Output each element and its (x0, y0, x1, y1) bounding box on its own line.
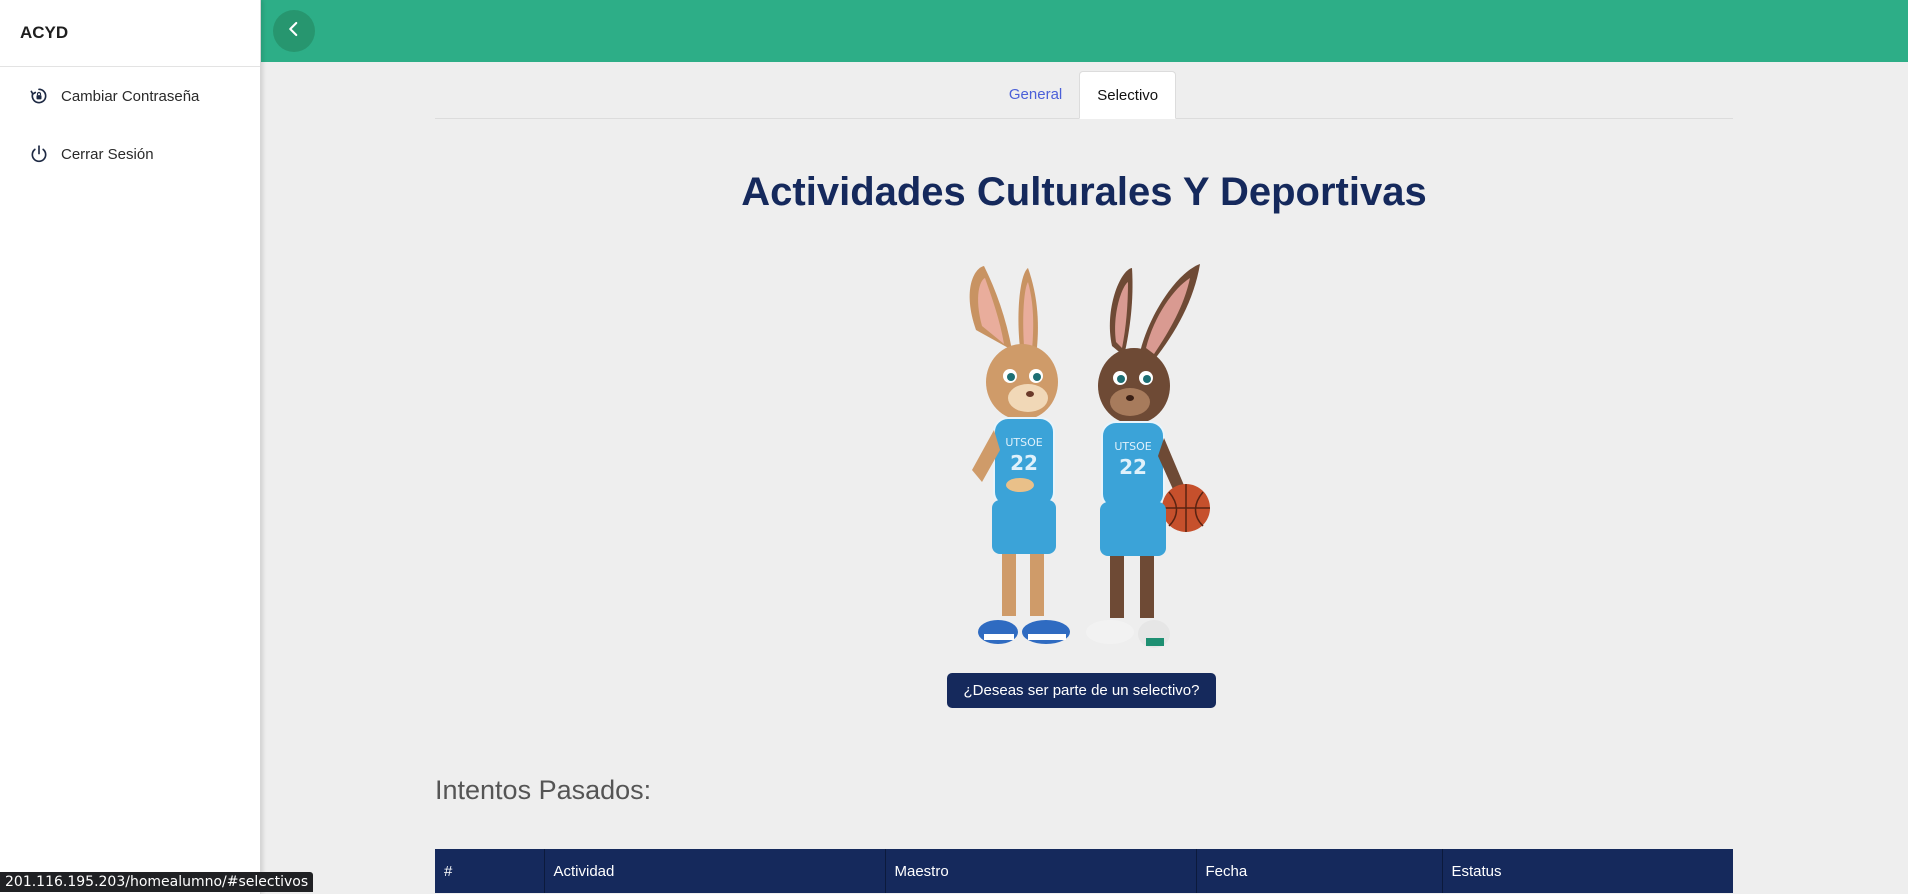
sidebar-item-change-password[interactable]: Cambiar Contraseña (0, 67, 260, 125)
jersey-text: UTSOE (1005, 436, 1042, 449)
power-icon (28, 143, 50, 165)
jersey-number: 22 (1010, 451, 1038, 475)
tab-general[interactable]: General (992, 70, 1079, 118)
lock-reset-icon (28, 85, 50, 107)
column-header-number[interactable]: # (435, 849, 545, 893)
table-header-row: # Actividad Maestro Fecha Estatus (435, 849, 1733, 893)
past-attempts-title: Intentos Pasados: (435, 775, 652, 805)
past-attempts-table: # Actividad Maestro Fecha Estatus (435, 849, 1733, 893)
tab-selectivo[interactable]: Selectivo (1079, 71, 1177, 119)
column-header-activity[interactable]: Actividad (544, 849, 886, 893)
content: General Selectivo Actividades Culturales… (435, 62, 1733, 893)
column-header-status[interactable]: Estatus (1442, 849, 1733, 893)
tab-bar: General Selectivo (435, 62, 1733, 119)
sidebar-item-logout[interactable]: Cerrar Sesión (0, 125, 260, 183)
app-brand: ACYD (0, 0, 260, 67)
mascot-image: UTSOE 22 UTSOE 22 (969, 264, 1210, 648)
join-selective-button[interactable]: ¿Deseas ser parte de un selectivo? (947, 673, 1216, 708)
page-title: Actividades Culturales Y Deportivas (741, 170, 1427, 214)
chevron-left-icon (285, 20, 303, 43)
sidebar-item-label: Cambiar Contraseña (61, 87, 200, 105)
jersey-text: UTSOE (1114, 440, 1151, 453)
left-bunny: UTSOE 22 (969, 266, 1070, 644)
column-header-date[interactable]: Fecha (1196, 849, 1443, 893)
right-bunny: UTSOE 22 (1086, 264, 1210, 648)
column-header-teacher[interactable]: Maestro (885, 849, 1197, 893)
top-bar (261, 0, 1908, 62)
main-area: General Selectivo Actividades Culturales… (261, 62, 1908, 894)
jersey-number: 22 (1119, 455, 1147, 479)
status-bar-url: 201.116.195.203/homealumno/#selectivos (0, 872, 314, 892)
sidebar-item-label: Cerrar Sesión (61, 145, 154, 163)
back-button[interactable] (273, 10, 315, 52)
sidebar: ACYD Cambiar Contraseña Cerrar Sesión (0, 0, 261, 894)
